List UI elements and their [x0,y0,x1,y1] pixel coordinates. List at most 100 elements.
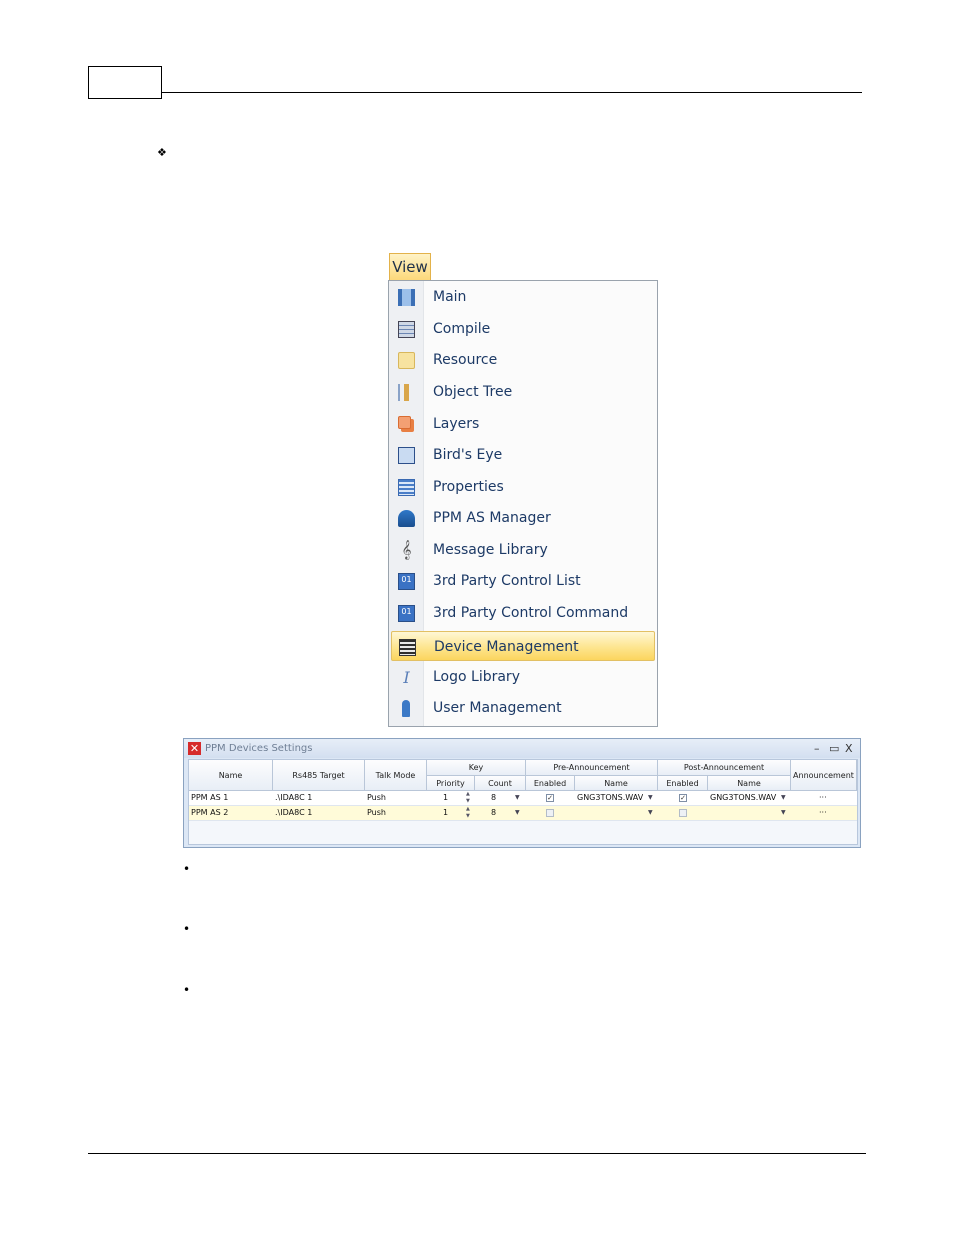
cell-talk-mode[interactable]: Push [367,806,386,820]
cell-pre-name[interactable] [577,806,643,820]
col-header-pre-announcement: Pre-Announcement [526,760,658,776]
object-tree-icon [398,384,415,401]
menu-item-label: Compile [433,321,491,337]
col-header-pre-enabled[interactable]: Enabled [526,776,575,791]
col-header-post-name[interactable]: Name [708,776,791,791]
view-menu-tab[interactable]: View [389,253,431,280]
post-name-dropdown-icon[interactable]: ▼ [781,791,786,805]
menu-item-3rd-party-control-command[interactable]: 01 3rd Party Control Command [391,598,655,628]
layers-icon [398,416,411,429]
cell-name: PPM AS 2 [191,808,229,817]
col-header-name[interactable]: Name [189,760,273,791]
menu-item-resource[interactable]: Resource [391,345,655,375]
header-rule [162,92,862,93]
col-header-priority[interactable]: Priority [427,776,475,791]
cell-post-name[interactable] [710,806,777,820]
table-row[interactable]: PPM AS 1 .\IDA8C 1 Push 1 ▲ ▼ 8 ▼ ✓ GNG3T… [189,791,857,806]
control-command-icon: 01 [398,605,415,622]
ppm-as-manager-icon [398,510,415,527]
cell-name: PPM AS 1 [191,793,229,802]
priority-spinner-icon[interactable]: ▲ ▼ [466,806,470,820]
bullet-point: • [183,922,191,936]
menu-item-3rd-party-control-list[interactable]: 01 3rd Party Control List [391,566,655,596]
col-header-post-enabled[interactable]: Enabled [658,776,708,791]
devices-grid: Name Rs485 Target Talk Mode Key Priority… [188,759,858,845]
menu-item-properties[interactable]: Properties [391,472,655,502]
page-number-box [88,66,162,99]
close-button[interactable]: X [845,739,853,758]
pre-name-dropdown-icon[interactable]: ▼ [648,791,653,805]
view-menu-dropdown: Main Compile Resource Object Tree Layers… [388,280,658,727]
announcement-ellipsis-button[interactable]: ··· [819,791,827,805]
properties-icon [398,479,415,496]
cell-priority[interactable]: 1 [443,791,448,805]
col-header-pre-name[interactable]: Name [575,776,658,791]
col-header-count[interactable]: Count [475,776,526,791]
col-header-post-announcement: Post-Announcement [658,760,791,776]
pre-enabled-checkbox[interactable]: ✓ [546,794,554,802]
cell-rs485-target[interactable]: .\IDA8C 1 [275,806,312,820]
menu-item-label: Object Tree [433,384,513,400]
menu-item-birds-eye[interactable]: Bird's Eye [391,440,655,470]
menu-item-object-tree[interactable]: Object Tree [391,377,655,407]
cell-talk-mode[interactable]: Push [367,791,386,805]
table-row[interactable]: PPM AS 2 .\IDA8C 1 Push 1 ▲ ▼ 8 ▼ ▼ ▼ ··· [189,806,857,821]
menu-item-label: User Management [433,700,562,716]
pre-enabled-checkbox[interactable] [546,809,554,817]
resource-folder-icon [398,352,415,369]
count-dropdown-icon[interactable]: ▼ [515,791,520,805]
menu-item-label: Properties [433,479,504,495]
window-title-bar: ✕ PPM Devices Settings – ▭ X [184,739,860,758]
col-header-talk-mode[interactable]: Talk Mode [365,760,427,791]
menu-item-label: 3rd Party Control Command [433,605,629,621]
menu-item-label: 3rd Party Control List [433,573,581,589]
col-header-announcement[interactable]: Announcement [791,760,857,791]
menu-item-message-library[interactable]: 𝄞 Message Library [391,535,655,565]
menu-item-layers[interactable]: Layers [391,409,655,439]
menu-item-user-management[interactable]: User Management [391,693,655,723]
menu-item-label: Main [433,289,467,305]
minimize-button[interactable]: – [814,739,820,758]
post-enabled-checkbox[interactable]: ✓ [679,794,687,802]
post-enabled-checkbox[interactable] [679,809,687,817]
cell-priority[interactable]: 1 [443,806,448,820]
device-management-icon [399,639,416,656]
menu-item-logo-library[interactable]: I Logo Library [391,662,655,692]
bullet-point: • [183,983,191,997]
user-management-icon [402,700,410,717]
control-list-icon: 01 [398,573,415,590]
priority-spinner-icon[interactable]: ▲ ▼ [466,791,470,805]
post-name-dropdown-icon[interactable]: ▼ [781,806,786,820]
menu-item-label: Resource [433,352,498,368]
birds-eye-icon [398,447,415,464]
col-header-rs485-target[interactable]: Rs485 Target [273,760,365,791]
col-header-key: Key [427,760,526,776]
diamond-bullet-icon: ❖ [157,146,167,159]
cell-rs485-target[interactable]: .\IDA8C 1 [275,791,312,805]
cell-count[interactable]: 8 [491,806,496,820]
ppm-devices-settings-window: ✕ PPM Devices Settings – ▭ X Name Rs485 … [183,738,861,848]
menu-item-label: PPM AS Manager [433,510,551,526]
message-library-icon: 𝄞 [401,540,412,560]
menu-item-main[interactable]: Main [391,282,655,312]
cell-post-name[interactable]: GNG3TONS.WAV [710,791,777,805]
menu-item-device-management[interactable]: Device Management [391,631,655,661]
menu-item-label: Logo Library [433,669,520,685]
menu-item-label: Message Library [433,542,548,558]
menu-item-compile[interactable]: Compile [391,314,655,344]
menu-item-label: Layers [433,416,480,432]
menu-item-ppm-as-manager[interactable]: PPM AS Manager [391,503,655,533]
pre-name-dropdown-icon[interactable]: ▼ [648,806,653,820]
bullet-point: • [183,862,191,876]
main-view-icon [398,289,415,306]
footer-rule [88,1153,866,1154]
maximize-button[interactable]: ▭ [829,739,839,758]
count-dropdown-icon[interactable]: ▼ [515,806,520,820]
logo-library-icon: I [403,668,410,687]
cell-pre-name[interactable]: GNG3TONS.WAV [577,791,643,805]
app-logo-icon: ✕ [188,742,201,755]
compile-icon [398,321,415,338]
announcement-ellipsis-button[interactable]: ··· [819,806,827,820]
cell-count[interactable]: 8 [491,791,496,805]
menu-item-label: Bird's Eye [433,447,503,463]
